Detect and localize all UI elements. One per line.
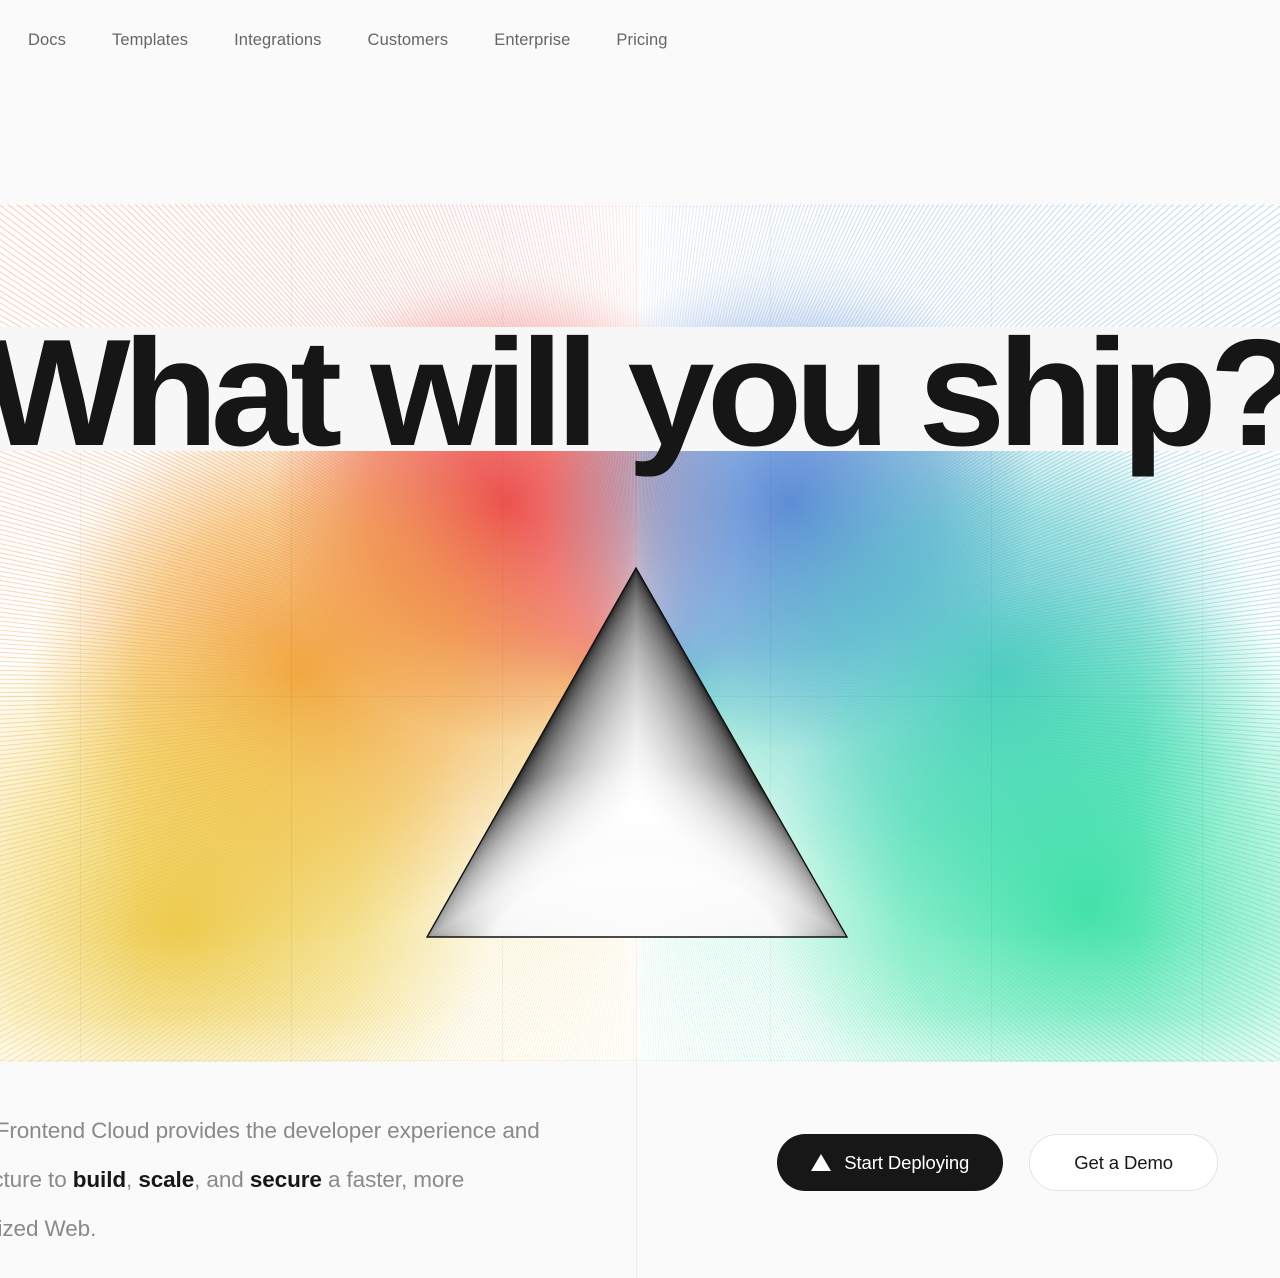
hero-footer-section: Vercel’s Frontend Cloud provides the dev… [0, 1062, 1280, 1278]
lede-bold-scale: scale [138, 1167, 195, 1192]
lede-sep2: , and [194, 1167, 250, 1192]
lede-bold-build: build [72, 1167, 126, 1192]
lede-sep1: , [126, 1167, 139, 1192]
nav-item-customers[interactable]: Customers [368, 32, 449, 49]
nav-item-docs[interactable]: Docs [28, 32, 66, 49]
lede-bold-secure: secure [249, 1167, 322, 1192]
cta-button-group: Start Deploying Get a Demo [777, 1134, 1218, 1191]
nav-item-integrations[interactable]: Integrations [234, 32, 321, 49]
hero-description: Vercel’s Frontend Cloud provides the dev… [0, 1106, 572, 1253]
primary-navigation: Docs Templates Integrations Customers En… [0, 0, 1280, 80]
start-deploying-button[interactable]: Start Deploying [777, 1134, 1004, 1191]
triangle-icon [811, 1154, 832, 1171]
start-deploying-label: Start Deploying [844, 1151, 970, 1173]
nav-item-templates[interactable]: Templates [112, 32, 188, 49]
get-a-demo-button[interactable]: Get a Demo [1029, 1134, 1218, 1191]
nav-item-pricing[interactable]: Pricing [616, 32, 667, 49]
grid-line-vertical [636, 1062, 637, 1278]
page-title: What will you ship? [0, 308, 1280, 478]
nav-item-enterprise[interactable]: Enterprise [494, 32, 570, 49]
get-a-demo-label: Get a Demo [1074, 1151, 1173, 1173]
hero-page: Docs Templates Integrations Customers En… [0, 0, 1280, 1278]
